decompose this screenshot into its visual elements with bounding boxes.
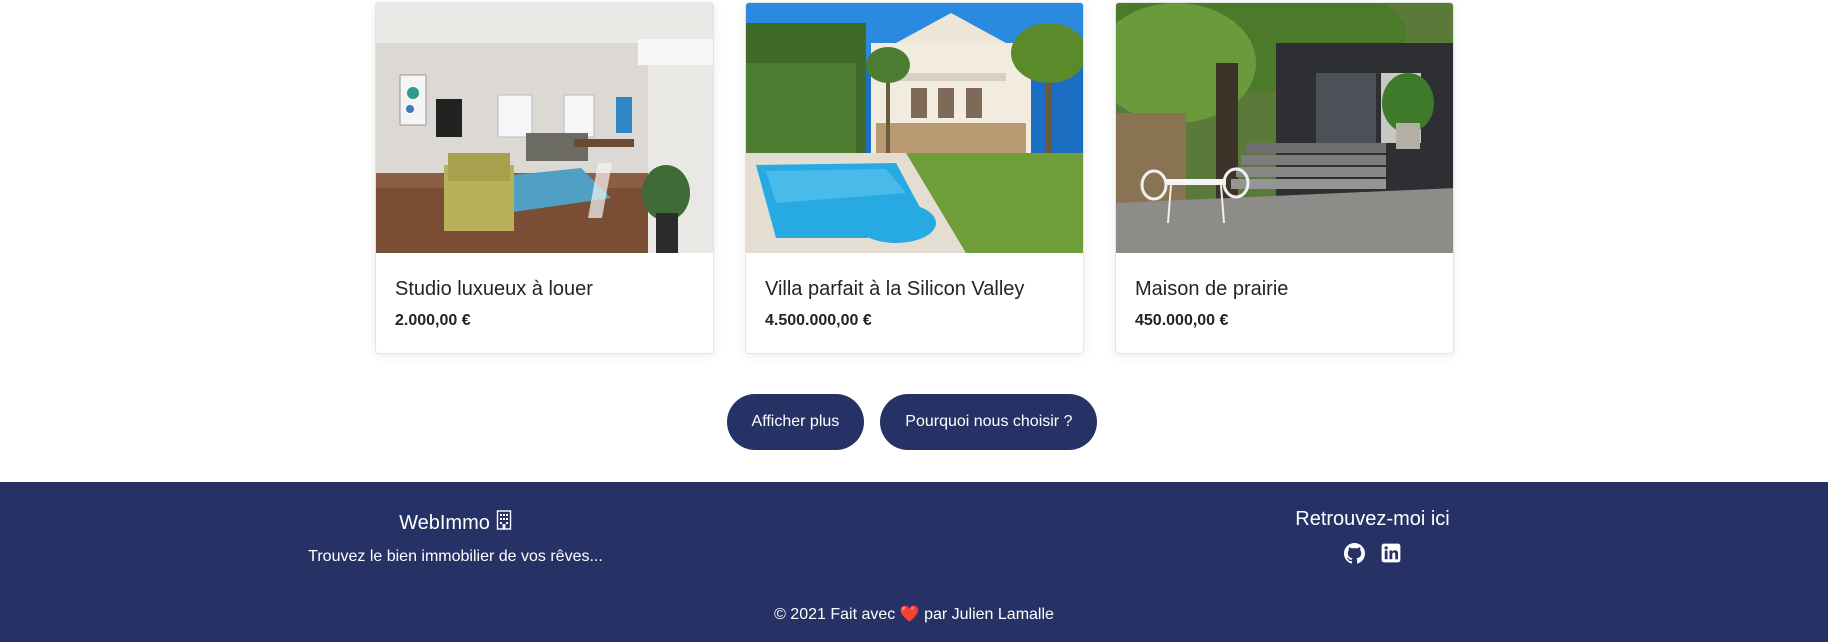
copyright-prefix: © 2021 Fait avec bbox=[774, 606, 896, 623]
brand-title: WebImmo bbox=[399, 510, 512, 536]
footer-brand: WebImmo Trouvez le bien immobilier de vo… bbox=[298, 510, 613, 566]
github-icon[interactable] bbox=[1344, 543, 1365, 564]
copyright: © 2021 Fait avec ❤️ par Julien Lamalle bbox=[0, 604, 1828, 624]
why-choose-us-button[interactable]: Pourquoi nous choisir ? bbox=[880, 394, 1098, 450]
social-icons bbox=[1280, 543, 1465, 564]
brand-name: WebImmo bbox=[399, 511, 490, 534]
linkedin-icon[interactable] bbox=[1380, 543, 1401, 564]
listing-card[interactable]: Studio luxueux à louer 2.000,00 € bbox=[375, 2, 714, 354]
brand-tagline: Trouvez le bien immobilier de vos rêves.… bbox=[308, 548, 603, 565]
listing-card[interactable]: Maison de prairie 450.000,00 € bbox=[1115, 2, 1454, 354]
footer-social: Retrouvez-moi ici bbox=[1280, 508, 1465, 564]
heart-icon: ❤️ bbox=[899, 606, 920, 623]
footer: WebImmo Trouvez le bien immobilier de vo… bbox=[0, 482, 1828, 642]
listing-title: Studio luxueux à louer bbox=[395, 278, 593, 300]
listing-card[interactable]: Villa parfait à la Silicon Valley 4.500.… bbox=[745, 2, 1084, 354]
listing-title: Maison de prairie bbox=[1135, 278, 1289, 300]
listing-title: Villa parfait à la Silicon Valley bbox=[765, 278, 1025, 300]
show-more-button[interactable]: Afficher plus bbox=[726, 394, 865, 450]
listing-price: 450.000,00 € bbox=[1135, 312, 1229, 329]
listing-price: 2.000,00 € bbox=[395, 312, 471, 329]
listing-cards: Studio luxueux à louer 2.000,00 € Villa … bbox=[375, 2, 1454, 354]
listing-image-garden bbox=[1116, 3, 1453, 253]
social-title: Retrouvez-moi ici bbox=[1295, 508, 1450, 530]
listing-price: 4.500.000,00 € bbox=[765, 312, 872, 329]
building-icon bbox=[496, 510, 512, 536]
listing-image-living-room bbox=[376, 3, 713, 253]
actions-bar: Afficher plus Pourquoi nous choisir ? bbox=[0, 394, 1828, 450]
listing-image-villa bbox=[746, 3, 1083, 253]
page: Studio luxueux à louer 2.000,00 € Villa … bbox=[0, 0, 1828, 642]
copyright-suffix: par Julien Lamalle bbox=[924, 606, 1054, 623]
